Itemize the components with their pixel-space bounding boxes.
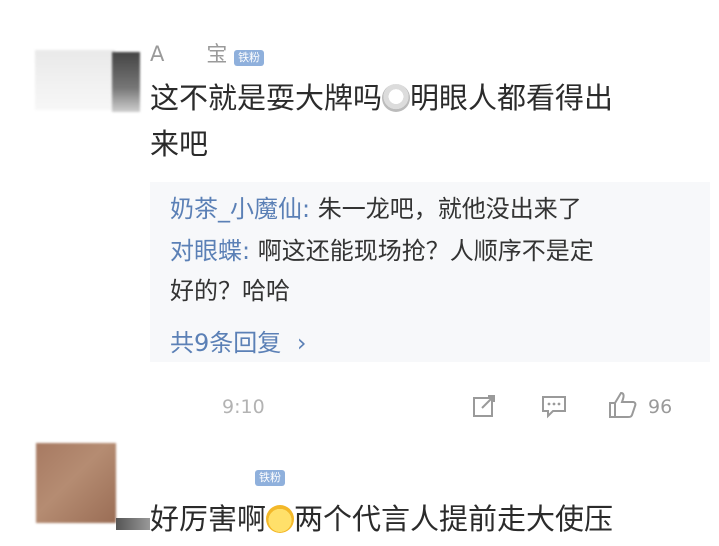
reply-item[interactable]: 奶茶_小魔仙: 朱一龙吧，就他没出来了 <box>170 190 700 228</box>
reply-text: 啊这还能现场抢？人顺序不是定 <box>250 237 594 265</box>
comment-username[interactable]: A 宝 铁粉 <box>150 38 265 68</box>
reply-username[interactable]: 对眼蝶: <box>170 237 250 265</box>
like-button[interactable] <box>607 390 639 424</box>
reply-text-continued: 好的？哈哈 <box>170 277 290 305</box>
comment-username[interactable]: 铁粉 <box>255 462 285 486</box>
avatar[interactable] <box>36 443 116 523</box>
share-icon[interactable] <box>470 392 498 424</box>
surprised-emoji-icon <box>382 84 411 112</box>
avatar-overlay <box>112 52 140 112</box>
comment-text-part: 来吧 <box>150 127 209 161</box>
thumbs-up-icon <box>609 391 637 418</box>
more-replies-label[interactable]: 共9条回复 <box>170 329 281 357</box>
avatar-overlay <box>116 518 150 530</box>
comment-body: 这不就是耍大牌吗 明眼人都看得出 来吧 <box>150 75 710 167</box>
fan-badge: 铁粉 <box>255 470 285 486</box>
chevron-right-icon: › <box>296 329 307 357</box>
reply-text: 朱一龙吧，就他没出来了 <box>310 195 582 223</box>
comment-time: 9:10 <box>222 396 265 418</box>
fan-badge: 铁粉 <box>234 50 265 66</box>
username-text[interactable]: A 宝 <box>150 42 227 66</box>
comment-body: 好厉害啊 两个代言人提前走大使压 <box>150 496 710 542</box>
comment-text-part: 好厉害啊 <box>150 502 267 536</box>
grinning-emoji-icon <box>266 505 295 533</box>
comment-text-part: 这不就是耍大牌吗 <box>150 81 383 115</box>
avatar[interactable] <box>35 50 115 110</box>
comment-text-part: 明眼人都看得出 <box>410 81 614 115</box>
reply-username[interactable]: 奶茶_小魔仙: <box>170 195 310 223</box>
more-replies-link[interactable]: 共9条回复 › <box>170 323 307 358</box>
comment-icon[interactable] <box>540 392 568 424</box>
reply-item[interactable]: 对眼蝶: 啊这还能现场抢？人顺序不是定 <box>170 232 690 270</box>
comment-text-part: 两个代言人提前走大使压 <box>294 502 614 536</box>
like-count: 96 <box>648 396 673 418</box>
